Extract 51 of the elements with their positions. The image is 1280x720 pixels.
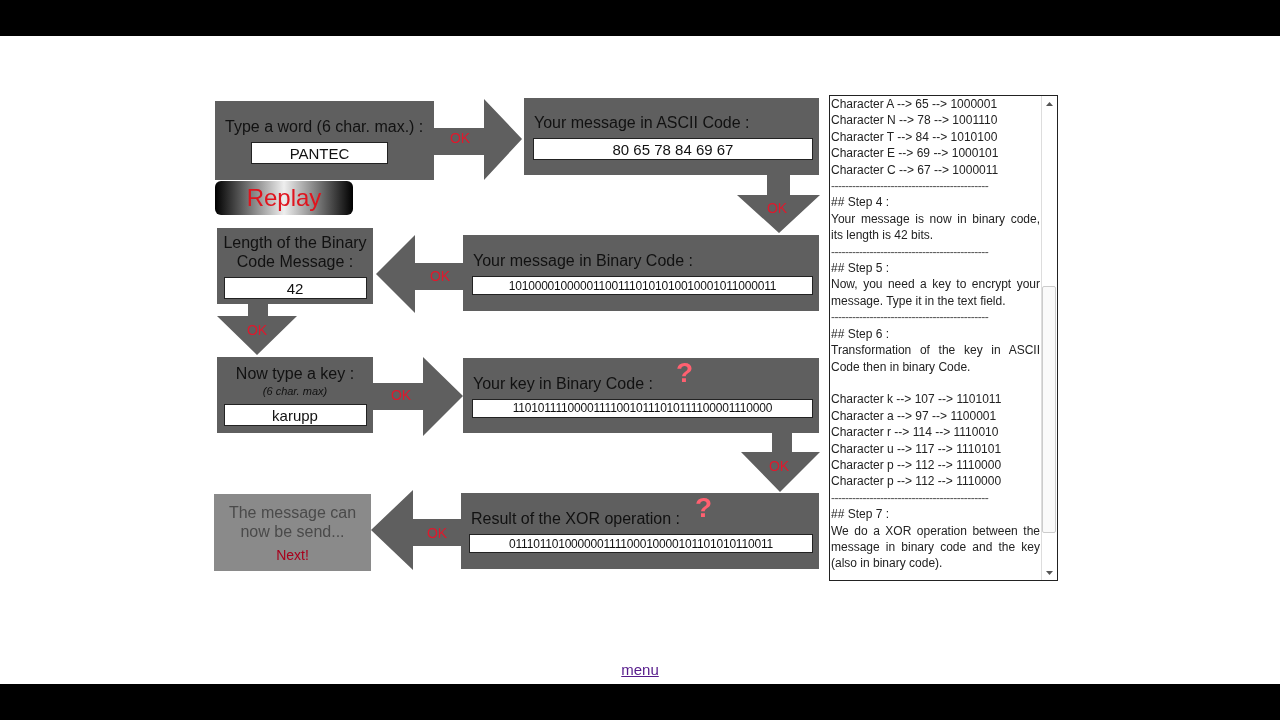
final-message: The message can now be send... (227, 502, 358, 541)
log-line: Character r --> 114 --> 1110010 (831, 424, 1000, 441)
output-field: 011101101000000111100010000101101010110011 (469, 534, 813, 553)
ok-label: OK (448, 129, 472, 147)
log-line: Character T --> 84 --> 1010100 (831, 128, 999, 146)
log-line: Character u --> 117 --> 1110101 (831, 440, 1003, 457)
step-label: Result of the XOR operation : (470, 509, 681, 528)
output-field: 80 65 78 84 69 67 (533, 138, 813, 160)
question-mark: ? (676, 358, 694, 388)
menu-link[interactable]: menu (621, 661, 659, 678)
step-label: Your key in Binary Code : (472, 373, 654, 393)
log-paragraph: We do a XOR operation between the message in binary code and the key (also in binary code). (831, 522, 1040, 572)
question-mark: ? (695, 493, 713, 523)
log-separator: --------------------------------------------- (831, 309, 990, 326)
ok-label: OK (765, 199, 789, 217)
log-line: Character C --> 67 --> 1000011 (831, 161, 1000, 179)
input-field[interactable]: PANTEC (251, 142, 388, 164)
log-line: ## Step 6 : (831, 325, 891, 343)
log-line: Character p --> 112 --> 1110000 (831, 473, 1003, 490)
ok-label: OK (245, 321, 269, 339)
log-line: ## Step 7 : (831, 506, 891, 523)
log-line: ## Step 5 : (831, 260, 891, 277)
log-separator: --------------------------------------------- (831, 489, 990, 507)
log-paragraph: Now, you need a key to encrypt your message. Type it in the text field. (831, 276, 1040, 310)
ok-label: OK (425, 524, 449, 542)
ok-label: OK (767, 457, 791, 475)
step-label: Length of the Binary Code Message : (222, 233, 368, 271)
log-line: Character N --> 78 --> 1001110 (831, 112, 999, 129)
input-field[interactable]: karupp (223, 404, 367, 426)
scrollbar[interactable] (1041, 96, 1057, 580)
output-field: 101000010000011001110101010010001011000011 (472, 276, 813, 295)
step-label: Now type a key : (234, 364, 356, 383)
step-label: Your message in Binary Code : (472, 251, 694, 270)
log-line: Character a --> 97 --> 1100001 (831, 407, 998, 425)
ok-label: OK (389, 386, 413, 404)
ok-label: OK (428, 267, 452, 285)
log-separator: --------------------------------------------- (831, 243, 990, 261)
log-paragraph: Your message is now in binary code, its length is 42 bits. (831, 210, 1040, 244)
output-field: 42 (223, 277, 367, 299)
log-line: Character p --> 112 --> 1110000 (831, 456, 1003, 474)
step-note: (6 char. max) (262, 385, 328, 398)
log-paragraph: Transformation of the key in ASCII Code then in binary Code. (831, 342, 1040, 375)
step-label: Your message in ASCII Code : (533, 113, 751, 132)
log-separator: --------------------------------------------- (831, 178, 990, 195)
log-line: Character A --> 65 --> 1000001 (831, 96, 999, 113)
log-line: Character k --> 107 --> 1101011 (831, 391, 1003, 408)
log-line: ## Step 4 : (831, 194, 891, 211)
output-field: 110101111000011110010111010111100001110000 (472, 398, 813, 418)
step-label: Type a word (6 char. max.) : (224, 117, 425, 136)
log-line: Character E --> 69 --> 1000101 (831, 145, 1000, 162)
scroll-thumb[interactable] (1042, 286, 1056, 533)
